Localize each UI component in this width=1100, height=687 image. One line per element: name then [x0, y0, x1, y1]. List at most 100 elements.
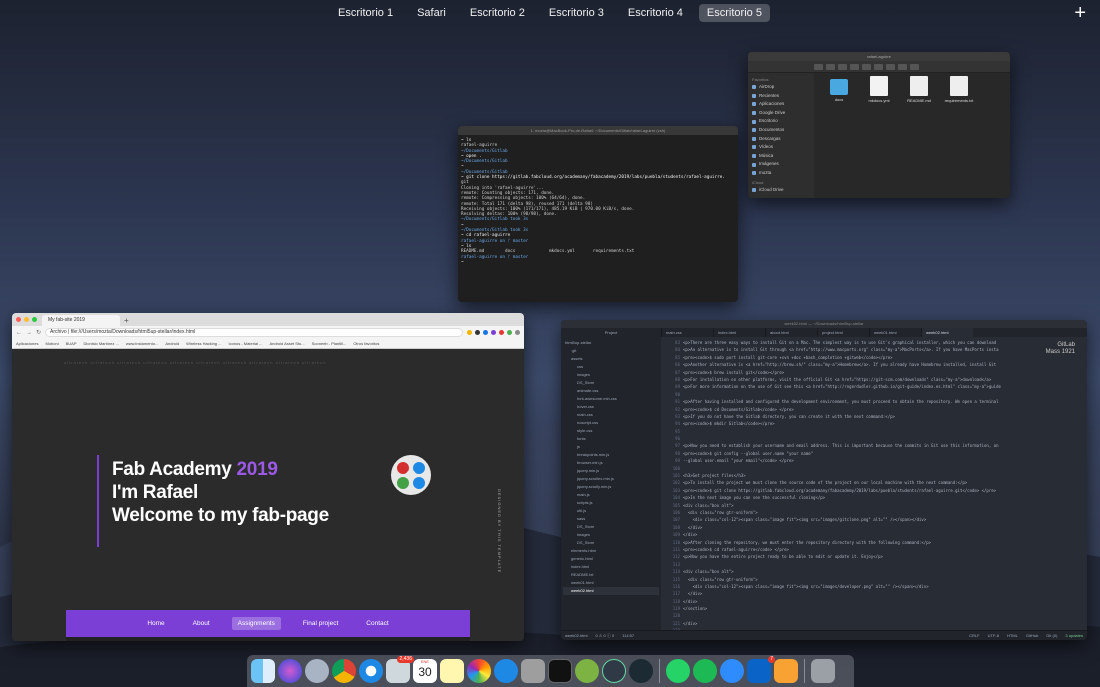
code-line[interactable]: <pre><code>$ cd Documents/Gitlab</code> … [683, 406, 1087, 413]
code-line[interactable]: </div> [683, 598, 1087, 605]
sidebar-item-descargas[interactable]: Descargas [752, 135, 810, 144]
code-line[interactable]: <p>Another alternative is <a href="http:… [683, 361, 1087, 368]
status-updates[interactable]: 3 updates [1065, 633, 1083, 638]
tree-item[interactable]: js [563, 443, 659, 451]
tree-item[interactable]: images [563, 371, 659, 379]
extension-icon[interactable] [491, 330, 496, 335]
bookmark-item[interactable]: BUAP [66, 341, 77, 346]
status-cursor[interactable]: 114:57 [622, 633, 634, 638]
code-line[interactable]: <pre><code>$ git config --global user.na… [683, 450, 1087, 457]
code-line[interactable]: <pre><code>$ brew install git</code></pr… [683, 369, 1087, 376]
bookmark-item[interactable]: Moboni [45, 341, 58, 346]
sidebar-item-recientes[interactable]: Recientes [752, 92, 810, 101]
tree-item[interactable]: html5up-stellar [563, 339, 659, 347]
forward-icon[interactable]: → [26, 330, 32, 336]
avatar[interactable] [515, 330, 520, 335]
code-line[interactable]: <p>For more information on the use of Gi… [683, 383, 1087, 390]
share-icon[interactable] [886, 63, 895, 70]
tree-item[interactable]: css [563, 363, 659, 371]
terminal-window[interactable]: 1. mozta@MacBook-Pro-de-Rafael: ~/Docume… [458, 126, 738, 302]
code-line[interactable]: <div class="col-12"><span class="image f… [683, 516, 1087, 523]
android-studio-icon[interactable] [575, 659, 599, 683]
editor-tab-active[interactable]: week02.html [921, 328, 973, 337]
code-editor[interactable]: <p>There are three easy ways to install … [683, 337, 1087, 630]
pages-icon[interactable] [774, 659, 798, 683]
nav-home[interactable]: Home [141, 617, 170, 630]
code-line[interactable]: </div> [683, 524, 1087, 531]
status-grammar[interactable]: HTML [1007, 633, 1018, 638]
code-line[interactable]: </div> [683, 620, 1087, 627]
tree-item[interactable]: main.css [563, 411, 659, 419]
tree-item[interactable]: images [563, 531, 659, 539]
code-line[interactable] [683, 612, 1087, 619]
safari-icon[interactable] [359, 659, 383, 683]
outlook-icon[interactable]: 7 [747, 656, 775, 683]
messenger-icon[interactable] [720, 659, 744, 683]
system-preferences-icon[interactable] [521, 659, 545, 683]
view-list-icon[interactable] [850, 63, 859, 70]
tree-item[interactable]: sass [563, 515, 659, 523]
search-icon[interactable] [910, 63, 919, 70]
extension-icon[interactable] [507, 330, 512, 335]
tree-item[interactable]: week02.html [563, 587, 659, 595]
browser-tab[interactable]: My fab-site 2019 [42, 315, 120, 326]
tree-item[interactable]: animate.css [563, 387, 659, 395]
editor-tab[interactable]: index.html [713, 328, 765, 337]
photos-icon[interactable] [467, 659, 491, 683]
nav-assignments[interactable]: Assignments [231, 617, 281, 630]
extension-icon[interactable] [499, 330, 504, 335]
notes-icon[interactable] [440, 659, 464, 683]
siri-icon[interactable] [278, 659, 302, 683]
sidebar-item-aplicaciones[interactable]: Aplicaciones [752, 100, 810, 109]
finder-window[interactable]: rafael-aguirre Favoritos AirDrop Recient… [748, 52, 1010, 198]
calendar-icon[interactable]: ENE 30 [413, 659, 437, 683]
status-encoding[interactable]: UTF-8 [988, 633, 999, 638]
tree-item[interactable]: DS_Store [563, 539, 659, 547]
space-escritorio-2[interactable]: Escritorio 2 [462, 4, 533, 22]
tree-item[interactable]: DS_Store [563, 379, 659, 387]
tree-item[interactable]: fonts [563, 435, 659, 443]
tree-item[interactable]: breakpoints.min.js [563, 451, 659, 459]
status-file[interactable]: week02.html [565, 633, 587, 638]
code-line[interactable]: <p>Now you need to establish your userna… [683, 442, 1087, 449]
sidebar-item-imagenes[interactable]: Imágenes [752, 160, 810, 169]
tree-item[interactable]: jquery.min.js [563, 467, 659, 475]
space-escritorio-4[interactable]: Escritorio 4 [620, 4, 691, 22]
code-line[interactable]: <div class="box alt"> [683, 502, 1087, 509]
code-line[interactable]: <div class="row gtr-uniform"> [683, 576, 1087, 583]
tree-item[interactable]: jquery.scrolly.min.js [563, 483, 659, 491]
chrome-window[interactable]: My fab-site 2019 + ← → ↻ Archivo | file:… [12, 313, 524, 641]
code-line[interactable]: <p>After having installed and configured… [683, 398, 1087, 405]
file-docs[interactable]: docs [826, 76, 852, 103]
tree-item[interactable]: DS_Store [563, 523, 659, 531]
status-github[interactable]: GitHub [1026, 633, 1038, 638]
finder-icon[interactable] [251, 659, 275, 683]
code-line[interactable] [683, 391, 1087, 398]
code-line[interactable] [683, 428, 1087, 435]
nav-final-project[interactable]: Final project [297, 617, 344, 630]
extension-icon[interactable] [483, 330, 488, 335]
editor-tab[interactable]: about.html [765, 328, 817, 337]
add-space-button[interactable]: + [1074, 3, 1086, 23]
tree-item[interactable]: browser.min.js [563, 459, 659, 467]
code-line[interactable]: </div> [683, 590, 1087, 597]
space-escritorio-5[interactable]: Escritorio 5 [698, 4, 770, 22]
atom-icon[interactable] [602, 659, 626, 683]
sidebar-item-documentos[interactable]: Documentos [752, 126, 810, 135]
sidebar-item-escritorio[interactable]: Escritorio [752, 117, 810, 126]
code-line[interactable]: <div class="box alt"> [683, 568, 1087, 575]
code-line[interactable]: <p>There are three easy ways to install … [683, 339, 1087, 346]
spotify-icon[interactable] [693, 659, 717, 683]
tree-item[interactable]: index.html [563, 563, 659, 571]
bookmark-item[interactable]: Wireless Hacking ... [186, 341, 221, 346]
bookmark-item[interactable]: Iconos - Material ... [228, 341, 262, 346]
tree-item[interactable]: util.js [563, 507, 659, 515]
back-icon[interactable] [814, 63, 823, 70]
tree-item[interactable]: assets [563, 355, 659, 363]
close-icon[interactable] [16, 317, 21, 322]
file-requirements[interactable]: requirements.txt [945, 76, 973, 103]
nav-contact[interactable]: Contact [360, 617, 394, 630]
atom-window[interactable]: week02.html — ~/Downloads/html5up-stella… [561, 320, 1087, 640]
bookmark-item[interactable]: www.instamento... [126, 341, 158, 346]
tree-item[interactable]: week01.html [563, 579, 659, 587]
